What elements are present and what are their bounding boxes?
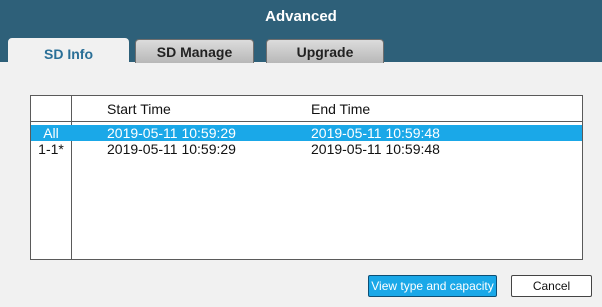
- row-end-time: 2019-05-11 10:59:48: [311, 141, 440, 157]
- record-list: Start Time End Time All 2019-05-11 10:59…: [30, 95, 583, 260]
- row-end-time: 2019-05-11 10:59:48: [311, 125, 440, 141]
- advanced-dialog: Advanced SD Info SD Manage Upgrade Start…: [0, 0, 602, 307]
- row-id: 1-1*: [38, 141, 64, 157]
- tab-upgrade[interactable]: Upgrade: [266, 39, 384, 63]
- tab-sd-info[interactable]: SD Info: [8, 38, 129, 70]
- row-id: All: [43, 125, 59, 141]
- view-type-capacity-button[interactable]: View type and capacity: [368, 275, 497, 297]
- header-divider: [31, 121, 582, 122]
- column-header-end-time: End Time: [311, 101, 371, 117]
- tab-sd-manage[interactable]: SD Manage: [135, 39, 254, 63]
- table-row[interactable]: All 2019-05-11 10:59:29 2019-05-11 10:59…: [31, 125, 582, 141]
- cancel-button[interactable]: Cancel: [511, 275, 592, 297]
- table-row[interactable]: 1-1* 2019-05-11 10:59:29 2019-05-11 10:5…: [31, 141, 582, 157]
- row-start-time: 2019-05-11 10:59:29: [107, 125, 236, 141]
- dialog-title: Advanced: [265, 8, 337, 25]
- column-header-start-time: Start Time: [107, 101, 171, 117]
- row-start-time: 2019-05-11 10:59:29: [107, 141, 236, 157]
